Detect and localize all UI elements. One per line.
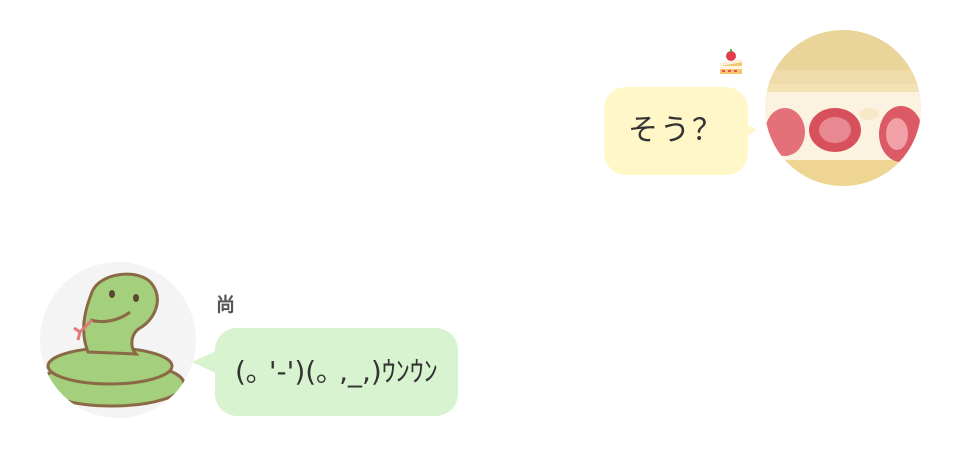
message-outgoing: そう？ [0,0,960,200]
chat-log: そう？ 尚 (｡ '-')(｡ ,_,)ｳﾝｳﾝ [0,0,960,464]
message-text: そう？ [628,113,724,148]
strawberry-shortcake-icon [718,48,744,76]
strawberry-sandwich-avatar[interactable] [765,30,921,186]
green-snake-avatar[interactable] [40,262,196,418]
message-text: (｡ '-')(｡ ,_,)ｳﾝｳﾝ [235,355,438,388]
sender-name: 尚 [216,294,236,316]
message-bubble-outgoing[interactable]: そう？ [604,87,748,175]
message-bubble-incoming[interactable]: (｡ '-')(｡ ,_,)ｳﾝｳﾝ [215,328,458,416]
